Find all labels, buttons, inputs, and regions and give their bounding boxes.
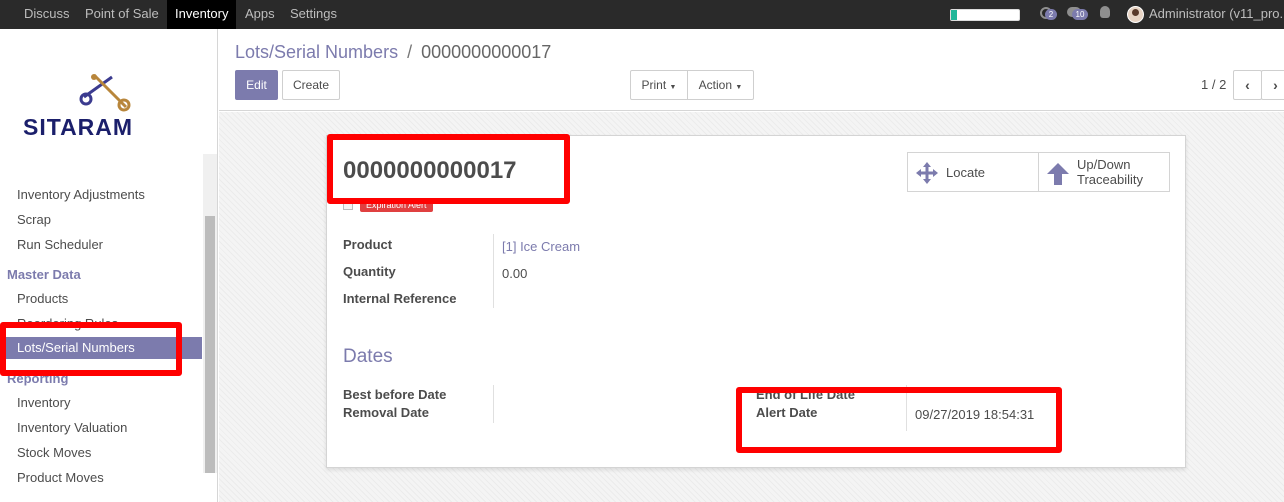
product-link[interactable]: [1] Ice Cream (502, 239, 580, 254)
action-label: Action (698, 78, 733, 92)
pager-next-button[interactable]: › (1261, 70, 1284, 100)
sidebar-item-product-moves[interactable]: Product Moves (17, 470, 104, 485)
pager-previous-button[interactable]: ‹ (1233, 70, 1262, 100)
sitaram-logo-icon (79, 73, 131, 112)
breadcrumb-parent[interactable]: Lots/Serial Numbers (235, 42, 398, 62)
user-menu[interactable]: Administrator (v11_pro... (1149, 0, 1284, 29)
sidebar-item-products[interactable]: Products (17, 291, 68, 306)
product-label: Product (343, 237, 393, 252)
removal-date-label: Removal Date (343, 405, 429, 420)
chevron-right-icon: › (1273, 77, 1278, 93)
breadcrumb-current: 0000000000017 (421, 42, 552, 62)
menu-apps[interactable]: Apps (236, 0, 284, 29)
activity-count-badge: 10 (1072, 9, 1088, 20)
chat-count-badge: 2 (1045, 9, 1057, 20)
menu-point-of-sale[interactable]: Point of Sale (75, 0, 169, 29)
menu-settings[interactable]: Settings (281, 0, 346, 29)
highlight-box-menu (0, 322, 182, 376)
locate-label: Locate (946, 165, 986, 180)
edit-button[interactable]: Edit (235, 70, 278, 100)
traceability-label-2: Traceability (1077, 172, 1143, 187)
sidebar-item-stock-moves[interactable]: Stock Moves (17, 445, 91, 460)
caret-down-icon: ▼ (735, 84, 743, 91)
pager-value[interactable]: 1 / 2 (1201, 77, 1226, 92)
menu-discuss[interactable]: Discuss (14, 0, 80, 29)
chevron-left-icon: ‹ (1245, 77, 1250, 93)
control-panel: Lots/Serial Numbers / 0000000000017 Edit… (219, 29, 1284, 111)
traceability-label-1: Up/Down (1077, 157, 1131, 172)
quantity-label: Quantity (343, 264, 396, 279)
top-navbar: Discuss Point of Sale Inventory Apps Set… (0, 0, 1284, 29)
bug-icon[interactable] (1100, 6, 1110, 18)
caret-down-icon: ▼ (669, 84, 677, 91)
sidebar-item-inventory-adjustments[interactable]: Inventory Adjustments (17, 187, 145, 202)
progress-fill (951, 10, 957, 20)
sidebar-header-master-data: Master Data (7, 267, 81, 282)
traceability-button[interactable]: Up/Down Traceability (1038, 152, 1170, 192)
internal-reference-label: Internal Reference (343, 291, 457, 306)
sidebar-item-inventory-valuation[interactable]: Inventory Valuation (17, 420, 127, 435)
sidebar-item-inventory[interactable]: Inventory (17, 395, 70, 410)
highlight-box-alert-date (736, 387, 1062, 453)
breadcrumb: Lots/Serial Numbers / 0000000000017 (235, 42, 551, 63)
arrows-icon (916, 162, 938, 184)
breadcrumb-separator: / (407, 42, 413, 62)
sidebar-item-scrap[interactable]: Scrap (17, 212, 51, 227)
locate-button[interactable]: Locate (907, 152, 1039, 192)
brand-name: SITARAM (23, 114, 134, 140)
progress-bar (950, 9, 1020, 21)
highlight-box-title (327, 134, 570, 204)
avatar[interactable] (1127, 6, 1144, 23)
create-button[interactable]: Create (282, 70, 340, 100)
menu-inventory[interactable]: Inventory (167, 0, 237, 29)
sidebar: SITARAM ▲ Inventory Adjustments Scrap Ru… (0, 29, 218, 502)
quantity-value: 0.00 (502, 266, 528, 281)
print-label: Print (641, 78, 667, 92)
print-dropdown[interactable]: Print ▼ (630, 70, 688, 100)
best-before-date-label: Best before Date (343, 387, 447, 402)
action-dropdown[interactable]: Action ▼ (687, 70, 754, 100)
arrow-up-icon (1047, 163, 1069, 185)
sidebar-item-run-scheduler[interactable]: Run Scheduler (17, 237, 103, 252)
field-separator (493, 234, 494, 308)
sidebar-scrollbar-thumb[interactable] (205, 216, 215, 473)
dates-section-title: Dates (343, 346, 393, 367)
field-separator (493, 385, 494, 423)
